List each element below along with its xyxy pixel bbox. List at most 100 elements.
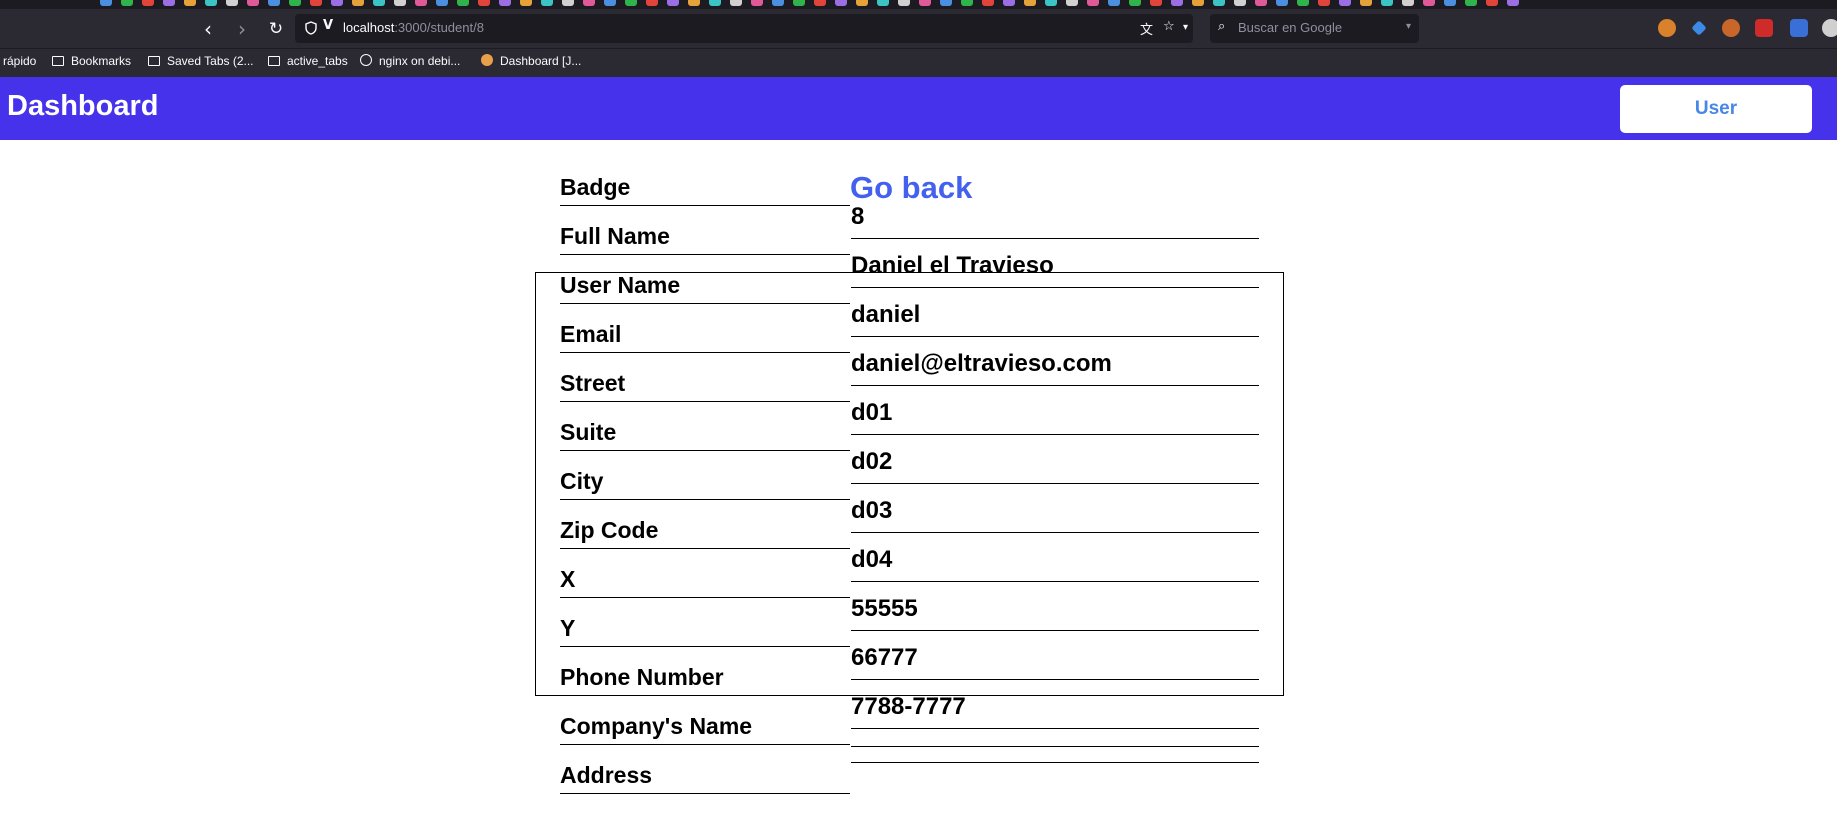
tab-favicon-icon[interactable] (205, 0, 217, 6)
tab-favicon-icon[interactable] (394, 0, 406, 6)
tab-favicon-icon[interactable] (1066, 0, 1078, 6)
tab-favicon-icon[interactable] (1045, 0, 1057, 6)
tab-favicon-icon[interactable] (331, 0, 343, 6)
tab-favicon-icon[interactable] (835, 0, 847, 6)
tab-favicon-icon[interactable] (520, 0, 532, 6)
tab-favicon-icon[interactable] (583, 0, 595, 6)
url-bar[interactable]: V localhost:3000/student/8 文 ☆ ▾ (295, 14, 1193, 43)
search-engine-dropdown-icon[interactable]: ▾ (1406, 21, 1411, 32)
tab-favicon-icon[interactable] (982, 0, 994, 6)
tab-favicon-icon[interactable] (1444, 0, 1456, 6)
back-arrow-icon[interactable]: ‹ (196, 17, 220, 41)
translate-icon[interactable]: 文 (1140, 19, 1153, 38)
tab-favicon-icon[interactable] (1339, 0, 1351, 6)
tab-favicon-icon[interactable] (541, 0, 553, 6)
tab-favicon-icon[interactable] (184, 0, 196, 6)
label-company-name: Company's Name (560, 697, 850, 745)
tab-favicon-icon[interactable] (163, 0, 175, 6)
tab-favicon-icon[interactable] (1150, 0, 1162, 6)
tab-favicon-icon[interactable] (1465, 0, 1477, 6)
tab-favicon-icon[interactable] (121, 0, 133, 6)
tab-favicon-icon[interactable] (772, 0, 784, 6)
label-email: Email (560, 305, 850, 353)
tab-favicon-icon[interactable] (1276, 0, 1288, 6)
url-dropdown-icon[interactable]: ▾ (1183, 22, 1188, 33)
tab-favicon-icon[interactable] (436, 0, 448, 6)
tab-favicon-icon[interactable] (919, 0, 931, 6)
tab-favicon-icon[interactable] (373, 0, 385, 6)
tab-favicon-icon[interactable] (604, 0, 616, 6)
tab-favicon-icon[interactable] (940, 0, 952, 6)
search-bar[interactable]: ⌕ Buscar en Google ▾ (1210, 14, 1419, 43)
app-header: Dashboard User (0, 77, 1837, 140)
folder-icon (52, 56, 64, 66)
tab-favicon-icon[interactable] (1255, 0, 1267, 6)
url-text[interactable]: localhost:3000/student/8 (343, 20, 484, 35)
tab-favicon-icon[interactable] (898, 0, 910, 6)
tab-favicon-icon[interactable] (268, 0, 280, 6)
tab-favicon-icon[interactable] (100, 0, 112, 6)
user-button[interactable]: User (1620, 85, 1812, 133)
folder-icon (268, 56, 280, 66)
tab-favicon-icon[interactable] (751, 0, 763, 6)
profile-avatar-icon[interactable] (1822, 19, 1837, 37)
tab-favicon-icon[interactable] (226, 0, 238, 6)
bookmark-item[interactable]: nginx on debi... (360, 54, 460, 68)
label-x: X (560, 550, 850, 598)
tab-favicon-icon[interactable] (1129, 0, 1141, 6)
tab-favicon-icon[interactable] (1024, 0, 1036, 6)
extension-cookie-icon[interactable] (1658, 19, 1676, 37)
extension-diamond-icon[interactable] (1691, 20, 1707, 36)
forward-arrow-icon[interactable]: › (230, 17, 254, 41)
tab-favicon-icon[interactable] (856, 0, 868, 6)
tab-favicon-icon[interactable] (1213, 0, 1225, 6)
tab-favicon-icon[interactable] (478, 0, 490, 6)
bookmark-item[interactable]: active_tabs (268, 54, 348, 68)
tab-favicon-icon[interactable] (310, 0, 322, 6)
reload-icon[interactable]: ↻ (264, 17, 288, 41)
tab-favicon-icon[interactable] (1423, 0, 1435, 6)
tab-favicon-icon[interactable] (1087, 0, 1099, 6)
bookmark-item[interactable]: Saved Tabs (2... (148, 54, 254, 68)
extension-red-icon[interactable] (1755, 19, 1773, 37)
tab-favicon-icon[interactable] (142, 0, 154, 6)
tab-favicon-icon[interactable] (289, 0, 301, 6)
tab-favicon-icon[interactable] (1507, 0, 1519, 6)
tab-favicon-icon[interactable] (1486, 0, 1498, 6)
extension-blue-icon[interactable] (1790, 19, 1808, 37)
tab-favicon-icon[interactable] (814, 0, 826, 6)
tab-favicon-icon[interactable] (1381, 0, 1393, 6)
tab-favicon-icon[interactable] (709, 0, 721, 6)
tab-favicon-icon[interactable] (1360, 0, 1372, 6)
tab-favicon-icon[interactable] (457, 0, 469, 6)
bookmark-item[interactable]: rápido (3, 54, 36, 68)
tab-favicon-icon[interactable] (688, 0, 700, 6)
tab-favicon-icon[interactable] (646, 0, 658, 6)
tab-favicon-icon[interactable] (793, 0, 805, 6)
extension-cookie-alt-icon[interactable] (1722, 19, 1740, 37)
browser-tab-strip[interactable] (0, 0, 1837, 9)
tab-favicon-icon[interactable] (1297, 0, 1309, 6)
tab-favicon-icon[interactable] (1108, 0, 1120, 6)
tab-favicon-icon[interactable] (667, 0, 679, 6)
tab-favicon-icon[interactable] (730, 0, 742, 6)
tab-favicon-icon[interactable] (1234, 0, 1246, 6)
bookmark-item[interactable]: Dashboard [J... (481, 54, 581, 68)
tab-favicon-icon[interactable] (1192, 0, 1204, 6)
tab-favicon-icon[interactable] (961, 0, 973, 6)
tab-favicon-icon[interactable] (499, 0, 511, 6)
tab-favicon-icon[interactable] (1003, 0, 1015, 6)
tab-favicon-icon[interactable] (1171, 0, 1183, 6)
tab-favicon-icon[interactable] (1402, 0, 1414, 6)
tab-favicon-icon[interactable] (877, 0, 889, 6)
tab-favicon-icon[interactable] (562, 0, 574, 6)
tab-favicon-icon[interactable] (247, 0, 259, 6)
tab-favicon-icon[interactable] (1318, 0, 1330, 6)
tab-favicon-icon[interactable] (415, 0, 427, 6)
tab-favicon-icon[interactable] (625, 0, 637, 6)
tab-favicon-icon[interactable] (352, 0, 364, 6)
value-phone-number: 7788-7777 (851, 680, 1259, 729)
bookmark-star-icon[interactable]: ☆ (1163, 19, 1175, 34)
shield-icon[interactable] (305, 21, 317, 35)
bookmark-item[interactable]: Bookmarks (52, 54, 131, 68)
